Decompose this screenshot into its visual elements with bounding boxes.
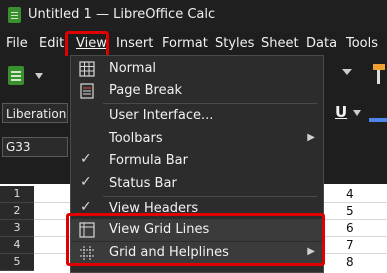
- view-menu-user-interface-label: User Interface...: [109, 108, 214, 123]
- font-name-box[interactable]: Liberation Sans: [2, 103, 68, 123]
- dropdown-arrow-icon[interactable]: [340, 66, 354, 78]
- dropdown-arrow-icon[interactable]: [34, 70, 44, 82]
- row-header[interactable]: 1: [0, 186, 34, 203]
- cell-value[interactable]: 4: [346, 186, 358, 202]
- view-menu-user-interface[interactable]: User Interface...: [71, 105, 323, 127]
- menu-separator: [103, 103, 317, 104]
- view-menu-status-bar-label: Status Bar: [109, 176, 177, 191]
- checkmark-icon: ✓: [80, 151, 92, 167]
- view-menu-page-break-label: Page Break: [109, 83, 183, 98]
- new-spreadsheet-icon[interactable]: [6, 65, 28, 87]
- view-menu-page-break[interactable]: Page Break: [71, 80, 323, 102]
- menu-tools[interactable]: Tools: [346, 36, 378, 51]
- clone-formatting-icon[interactable]: [369, 62, 387, 88]
- menu-edit[interactable]: Edit: [39, 36, 64, 51]
- font-color-icon[interactable]: [369, 103, 387, 123]
- normal-view-icon: [79, 61, 95, 77]
- underline-options-icon[interactable]: [352, 109, 362, 117]
- view-menu-toolbars[interactable]: Toolbars ▶: [71, 128, 323, 150]
- row-header[interactable]: 2: [0, 203, 34, 220]
- page-break-icon: [80, 83, 94, 99]
- cell-value[interactable]: 5: [346, 203, 358, 219]
- view-menu-toolbars-label: Toolbars: [109, 131, 163, 146]
- cell-value[interactable]: 7: [346, 237, 358, 253]
- menu-data[interactable]: Data: [306, 36, 337, 51]
- row-header[interactable]: 3: [0, 220, 34, 237]
- cell-value[interactable]: 8: [346, 254, 358, 270]
- view-menu-normal[interactable]: Normal: [71, 58, 323, 80]
- menu-sheet[interactable]: Sheet: [261, 36, 299, 51]
- underline-button[interactable]: U: [335, 103, 347, 121]
- row-header[interactable]: 4: [0, 237, 34, 254]
- submenu-arrow-icon: ▶: [307, 132, 315, 143]
- view-menu-formula-bar-label: Formula Bar: [109, 153, 188, 168]
- menu-bar: File Edit View Insert Format Styles Shee…: [0, 31, 387, 56]
- menu-format[interactable]: Format: [162, 36, 208, 51]
- checkmark-icon: ✓: [80, 174, 92, 190]
- annotation-box-grid-items: [66, 213, 325, 266]
- view-menu-normal-label: Normal: [109, 61, 157, 76]
- view-menu-formula-bar[interactable]: ✓ Formula Bar: [71, 150, 323, 172]
- menu-insert[interactable]: Insert: [116, 36, 153, 51]
- row-header[interactable]: 5: [0, 254, 34, 271]
- name-box[interactable]: G33: [2, 137, 68, 157]
- calc-app-icon: [8, 7, 21, 23]
- menu-file[interactable]: File: [6, 36, 28, 51]
- menu-styles[interactable]: Styles: [215, 36, 254, 51]
- view-menu-status-bar[interactable]: ✓ Status Bar: [71, 173, 323, 195]
- cell-value[interactable]: 6: [346, 220, 358, 236]
- window-title: Untitled 1 — LibreOffice Calc: [28, 7, 216, 22]
- menu-separator: [103, 196, 317, 197]
- title-bar: Untitled 1 — LibreOffice Calc: [0, 0, 387, 31]
